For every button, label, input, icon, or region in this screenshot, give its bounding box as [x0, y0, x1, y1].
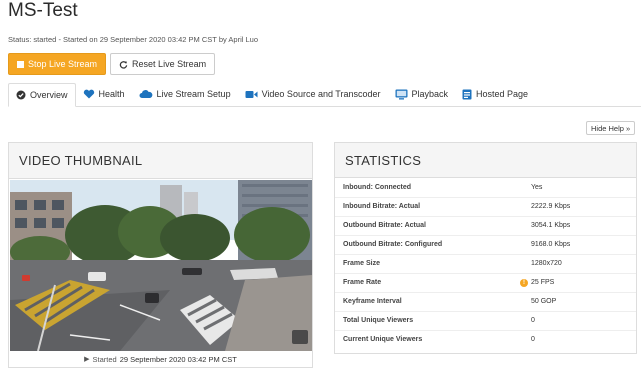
stat-label: Inbound: Connected [343, 183, 412, 191]
video-thumbnail-panel: VIDEO THUMBNAIL ▶ Started 29 September 2… [8, 142, 313, 368]
table-row: Total Unique Viewers 0 [335, 310, 636, 330]
stat-label: Frame Rate [335, 272, 531, 292]
tab-overview-label: Overview [30, 90, 68, 100]
stat-label: Current Unique Viewers [335, 329, 531, 349]
table-row: Frame Rate ! 25 FPS [335, 272, 636, 292]
statistics-heading: STATISTICS [335, 143, 636, 178]
stat-value: 25 FPS [531, 278, 555, 286]
statistics-panel: STATISTICS Inbound: Connected Yes Inboun… [334, 142, 637, 354]
table-row: Frame Size 1280x720 [335, 253, 636, 273]
page-icon [462, 89, 472, 100]
video-camera-icon [245, 90, 258, 99]
page-title: MS-Test [8, 0, 78, 21]
stat-value: 9168.0 Kbps [531, 234, 636, 254]
stop-icon [17, 60, 24, 68]
monitor-icon [395, 89, 408, 100]
stop-live-stream-button[interactable]: Stop Live Stream [8, 53, 107, 75]
stat-value: 2222.9 Kbps [531, 196, 636, 216]
warning-icon[interactable]: ! [520, 278, 528, 287]
tab-playback[interactable]: Playback [388, 82, 456, 106]
tab-live-stream-setup[interactable]: Live Stream Setup [132, 82, 238, 106]
table-row: Inbound: Connected Yes [335, 178, 636, 197]
table-row: Outbound Bitrate: Configured 9168.0 Kbps [335, 234, 636, 254]
statistics-table: Inbound: Connected Yes Inbound Bitrate: … [335, 178, 636, 349]
caption-date: 29 September 2020 03:42 PM CST [119, 354, 237, 364]
stat-value: 3054.1 Kbps [531, 215, 636, 235]
stream-status-text: Status: started - Started on 29 Septembe… [8, 35, 259, 44]
stat-label: Inbound Bitrate: Actual [335, 196, 531, 216]
table-row: Current Unique Viewers 0 [335, 329, 636, 349]
stop-live-stream-label: Stop Live Stream [28, 59, 98, 69]
stat-value: 50 GOP [531, 291, 636, 311]
stat-value-cell: ! 25 FPS [520, 272, 636, 292]
stat-label: Outbound Bitrate: Configured [335, 234, 531, 254]
tab-overview[interactable]: Overview [8, 83, 76, 107]
tab-hosted-page[interactable]: Hosted Page [455, 82, 535, 106]
reset-live-stream-label: Reset Live Stream [132, 59, 207, 69]
cloud-icon [139, 89, 153, 99]
tab-video-source[interactable]: Video Source and Transcoder [238, 82, 388, 106]
heart-icon [83, 89, 95, 99]
stat-value: 0 [531, 329, 636, 349]
action-buttons: Stop Live Stream Reset Live Stream [8, 53, 216, 75]
stat-value: 0 [531, 310, 636, 330]
table-row: Inbound Bitrate: Actual 2222.9 Kbps [335, 196, 636, 216]
hide-help-button[interactable]: Hide Help » [586, 121, 636, 135]
stat-value: Yes [531, 183, 543, 191]
check-circle-icon [16, 90, 26, 100]
caption-prefix: Started [92, 354, 117, 364]
table-row: Outbound Bitrate: Actual 3054.1 Kbps [335, 215, 636, 235]
tab-live-stream-setup-label: Live Stream Setup [156, 89, 231, 99]
tab-hosted-page-label: Hosted Page [476, 89, 529, 99]
video-thumbnail-image[interactable] [10, 180, 312, 351]
tab-health[interactable]: Health [76, 82, 132, 106]
video-thumbnail-heading: VIDEO THUMBNAIL [9, 143, 312, 179]
tab-health-label: Health [98, 89, 125, 99]
stat-value: 1280x720 [531, 253, 636, 273]
table-row: Keyframe Interval 50 GOP [335, 291, 636, 311]
stat-label: Outbound Bitrate: Actual [335, 215, 531, 235]
tab-video-source-label: Video Source and Transcoder [261, 89, 381, 99]
stat-label: Keyframe Interval [335, 291, 531, 311]
reset-live-stream-button[interactable]: Reset Live Stream [110, 53, 216, 75]
tab-playback-label: Playback [411, 89, 449, 99]
stat-label: Total Unique Viewers [335, 310, 531, 330]
stat-label: Frame Size [335, 253, 531, 273]
thumbnail-caption: ▶ Started 29 September 2020 03:42 PM CST [9, 351, 312, 367]
refresh-icon [119, 60, 128, 69]
tab-bar: Overview Health Live Stream Setup Video … [8, 83, 641, 107]
play-icon: ▶ [84, 356, 90, 363]
